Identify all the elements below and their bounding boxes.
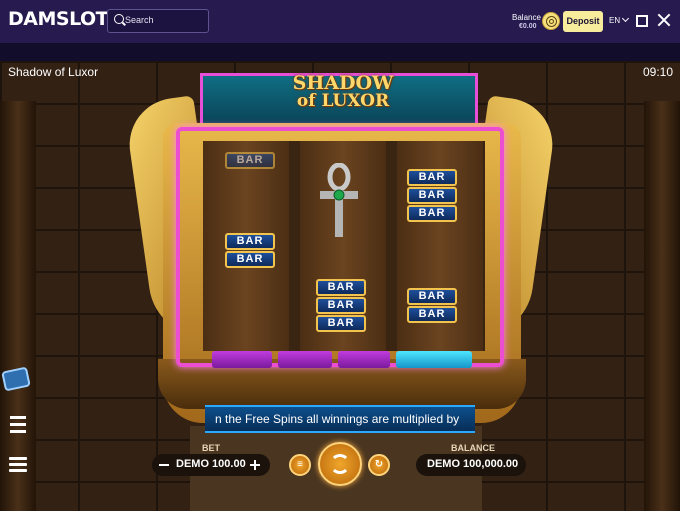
- bet-control: DEMO 100.00: [152, 454, 270, 476]
- game-logo: SHADOW of LUXOR: [258, 72, 428, 111]
- bar-symbol: BAR: [407, 169, 457, 186]
- game-balance-label: BALANCE: [451, 443, 495, 453]
- bar-symbol: BAR: [316, 297, 366, 314]
- list-icon[interactable]: [10, 416, 26, 434]
- bar-symbol: BAR: [407, 288, 457, 305]
- chevron-down-icon: [622, 14, 630, 23]
- bet-label: BET: [202, 443, 220, 453]
- bar-symbol: BAR: [225, 233, 275, 250]
- bet-value: DEMO 100.00: [176, 458, 246, 470]
- bar-symbol: BAR: [225, 152, 275, 169]
- language-label: EN: [609, 16, 621, 25]
- bar-symbol: BAR: [407, 306, 457, 323]
- reel-pad: [278, 351, 332, 368]
- fingerprint-icon[interactable]: [542, 12, 560, 30]
- game-balance-value: DEMO 100,000.00: [427, 458, 519, 470]
- reel-pad: [212, 351, 272, 368]
- spin-button[interactable]: [318, 442, 362, 486]
- close-icon[interactable]: [657, 13, 671, 27]
- info-ticker: n the Free Spins all winnings are multip…: [205, 405, 475, 433]
- game-balance-box: DEMO 100,000.00: [416, 454, 526, 476]
- search-icon: [114, 14, 124, 24]
- bar-symbol: BAR: [407, 187, 457, 204]
- reel-pad: [396, 351, 472, 368]
- ticker-text: n the Free Spins all winnings are multip…: [215, 412, 460, 426]
- clock: 09:10: [643, 65, 674, 79]
- site-logo[interactable]: DAMSLOTS: [8, 8, 122, 30]
- game-frame: Shadow of Luxor 09:10 SHADOW of LUXOR BA…: [0, 61, 680, 511]
- deposit-button[interactable]: Deposit: [563, 11, 603, 32]
- game-title: Shadow of Luxor: [8, 65, 99, 79]
- fullscreen-icon[interactable]: [636, 15, 648, 27]
- reel-pad: [338, 351, 390, 368]
- balance-value: €0.00: [519, 23, 537, 30]
- search-input[interactable]: Search: [107, 9, 209, 33]
- game-logo-line2: of LUXOR: [296, 91, 390, 111]
- bar-symbol: BAR: [225, 251, 275, 268]
- autoplay-icon[interactable]: ≡: [289, 454, 311, 476]
- bet-decrease-button[interactable]: [159, 464, 169, 466]
- balance-label: Balance: [512, 13, 541, 22]
- bar-symbol: BAR: [316, 279, 366, 296]
- language-selector[interactable]: EN: [609, 14, 630, 25]
- bet-increase-button[interactable]: [250, 460, 260, 470]
- ankh-icon: [320, 163, 358, 237]
- bar-symbol: BAR: [407, 205, 457, 222]
- spin-icon: [330, 454, 350, 474]
- right-pillar: [644, 101, 680, 511]
- hamburger-icon[interactable]: [9, 457, 27, 473]
- top-bar: DAMSLOTS Search Balance €0.00 Deposit EN: [0, 0, 680, 43]
- left-pillar: [0, 101, 36, 511]
- turbo-icon[interactable]: ↻: [368, 454, 390, 476]
- search-placeholder: Search: [125, 15, 154, 25]
- bar-symbol: BAR: [316, 315, 366, 332]
- game-logo-line1: SHADOW: [292, 72, 394, 94]
